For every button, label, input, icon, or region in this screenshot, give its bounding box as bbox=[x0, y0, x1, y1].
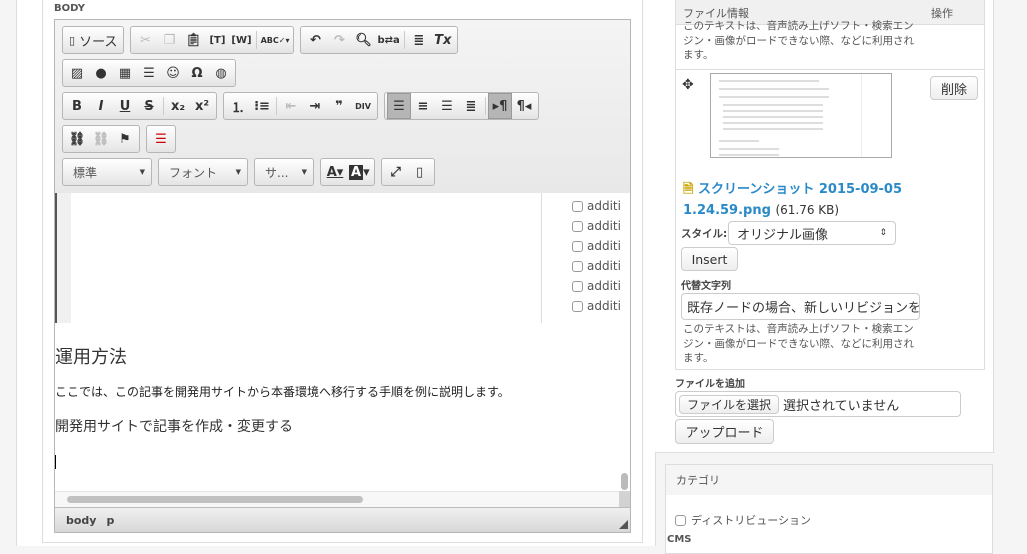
redo-icon[interactable]: ↷ bbox=[327, 28, 351, 52]
replace-icon[interactable]: b⇄a bbox=[375, 28, 401, 52]
chevron-down-icon: ▼ bbox=[139, 168, 145, 176]
smiley-icon[interactable]: ☺ bbox=[161, 61, 185, 85]
insert-button[interactable]: Insert bbox=[681, 247, 738, 271]
show-blocks-icon[interactable]: ▯ bbox=[408, 160, 432, 184]
paste-word-icon[interactable]: [W] bbox=[229, 28, 253, 52]
content-paragraph: ここでは、この記事を開発用サイトから本番環境へ移行する手順を例に説明します。 bbox=[55, 385, 510, 399]
iframe-icon[interactable]: ◍ bbox=[209, 61, 233, 85]
paste-icon[interactable]: 📋︎ bbox=[181, 28, 205, 52]
outdent-icon[interactable]: ⇤ bbox=[279, 94, 303, 118]
file-input[interactable]: ファイルを選択 選択されていません bbox=[675, 391, 961, 417]
checkbox[interactable] bbox=[572, 280, 583, 292]
bulleted-list-icon[interactable]: ⁝≡ bbox=[250, 94, 274, 118]
remove-format-icon[interactable]: Tx bbox=[431, 28, 455, 52]
bg-color-icon[interactable]: A ▾ bbox=[347, 160, 372, 184]
paste-text-icon[interactable]: [T] bbox=[205, 28, 229, 52]
div-icon[interactable]: DIV bbox=[351, 94, 375, 118]
align-right-icon[interactable]: ☰ bbox=[435, 94, 459, 118]
flash-icon[interactable]: ● bbox=[89, 61, 113, 85]
bold-icon[interactable]: B bbox=[65, 94, 89, 118]
find-icon[interactable]: 🔍︎ bbox=[351, 28, 375, 52]
rtl-icon[interactable]: ¶◂ bbox=[512, 94, 536, 118]
text-caret bbox=[55, 455, 56, 469]
select-all-icon[interactable]: ≣ bbox=[407, 28, 431, 52]
text-color-icon[interactable]: A▾ bbox=[323, 160, 347, 184]
font-dropdown[interactable]: フォント ▼ bbox=[158, 158, 248, 186]
anchor-flag-icon[interactable]: ⚑ bbox=[113, 127, 137, 151]
checkbox[interactable] bbox=[572, 240, 583, 252]
category-section: カテゴリ ディストリビューション CMS bbox=[665, 464, 993, 554]
category-title: カテゴリ bbox=[666, 465, 992, 495]
path-p[interactable]: p bbox=[106, 514, 114, 527]
justify-icon[interactable]: ≣ bbox=[459, 94, 483, 118]
spellcheck-icon[interactable]: ABC✓▾ bbox=[259, 28, 292, 52]
align-center-icon[interactable]: ≡ bbox=[411, 94, 435, 118]
file-table: ファイル情報 操作 このテキストは、音声読み上げソフト・検索エンジン・画像がロー… bbox=[675, 0, 985, 370]
content-subheading: 開発用サイトで記事を作成・変更する bbox=[55, 419, 293, 435]
body-label: BODY bbox=[54, 3, 85, 14]
source-button[interactable]: ▯ ソース bbox=[65, 28, 121, 52]
checkbox[interactable] bbox=[572, 300, 583, 312]
subscript-icon[interactable]: x₂ bbox=[166, 94, 190, 118]
italic-icon[interactable]: I bbox=[89, 94, 113, 118]
element-path-bar: body p bbox=[55, 507, 630, 532]
format-dropdown[interactable]: 標準 ▼ bbox=[62, 158, 152, 186]
rich-text-editor: ▯ ソース ✂ ❐ 📋︎ [T] [W] ABC✓▾ ↶ ↷ 🔍︎ b⇄a ≣ T… bbox=[54, 19, 631, 533]
special-char-icon[interactable]: Ω bbox=[185, 61, 209, 85]
copy-icon[interactable]: ❐ bbox=[157, 28, 181, 52]
checkbox-column: additi additi additi additi additi addit… bbox=[541, 193, 621, 323]
unlink-icon[interactable]: ⛓ bbox=[89, 127, 113, 151]
image-icon[interactable]: ▨ bbox=[65, 61, 89, 85]
checkbox[interactable] bbox=[675, 514, 686, 526]
align-left-icon[interactable]: ☰ bbox=[387, 93, 411, 119]
source-icon: ▯ bbox=[69, 33, 76, 47]
undo-icon[interactable]: ↶ bbox=[303, 28, 327, 52]
maximize-icon[interactable]: ⤢ bbox=[384, 160, 408, 184]
table-icon[interactable]: ▦ bbox=[113, 61, 137, 85]
choose-file-button[interactable]: ファイルを選択 bbox=[679, 394, 780, 414]
resize-handle-icon[interactable] bbox=[619, 520, 628, 529]
strike-icon[interactable]: S bbox=[137, 94, 161, 118]
indent-icon[interactable]: ⇥ bbox=[303, 94, 327, 118]
style-select[interactable]: オリジナル画像 ⇕ bbox=[728, 221, 896, 245]
size-dropdown[interactable]: サ... ▼ bbox=[254, 158, 314, 186]
link-icon[interactable]: ⛓ bbox=[65, 127, 89, 151]
underline-icon[interactable]: U bbox=[113, 94, 137, 118]
alt-text-input[interactable]: 既存ノードの場合、新しいリビジョンを bbox=[681, 293, 920, 320]
checkbox[interactable] bbox=[572, 260, 583, 272]
drag-handle-icon[interactable]: ✥ bbox=[682, 77, 694, 93]
cut-icon[interactable]: ✂ bbox=[133, 28, 157, 52]
scrollbar-thumb[interactable] bbox=[67, 496, 363, 503]
image-file-icon: 🗎︎ bbox=[683, 182, 698, 197]
prev-alt-help: このテキストは、音声読み上げソフト・検索エンジン・画像がロードできない際、などに… bbox=[683, 20, 914, 61]
upload-button[interactable]: アップロード bbox=[675, 419, 774, 444]
horizontal-rule-icon[interactable]: ☰ bbox=[137, 61, 161, 85]
checkbox[interactable] bbox=[572, 200, 583, 212]
image-thumbnail bbox=[710, 73, 892, 158]
alt-help: このテキストは、音声読み上げソフト・検索エンジン・画像がロードできない際、などに… bbox=[683, 323, 914, 364]
blockquote-icon[interactable]: ❞ bbox=[327, 94, 351, 118]
path-body[interactable]: body bbox=[66, 514, 96, 527]
vertical-scrollbar[interactable] bbox=[621, 473, 628, 490]
delete-button[interactable]: 削除 bbox=[930, 76, 978, 100]
chevron-down-icon: ▼ bbox=[235, 168, 241, 176]
horizontal-scrollbar[interactable] bbox=[55, 491, 619, 507]
chevron-down-icon: ▼ bbox=[301, 168, 307, 176]
superscript-icon[interactable]: x² bbox=[190, 94, 214, 118]
editor-content[interactable]: additi additi additi additi additi addit… bbox=[55, 193, 630, 491]
checkbox[interactable] bbox=[572, 220, 583, 232]
numbered-list-icon[interactable]: ⒈ bbox=[226, 94, 250, 118]
file-link[interactable]: 🗎︎ スクリーンショット 2015-09-05 1.24.59.png (61.… bbox=[683, 180, 943, 221]
select-arrows-icon: ⇕ bbox=[879, 228, 887, 238]
page-break-icon[interactable]: ☰ bbox=[149, 127, 173, 151]
embedded-screenshot bbox=[55, 193, 575, 323]
content-heading: 運用方法 bbox=[55, 347, 127, 368]
ltr-icon[interactable]: ▸¶ bbox=[488, 93, 512, 119]
